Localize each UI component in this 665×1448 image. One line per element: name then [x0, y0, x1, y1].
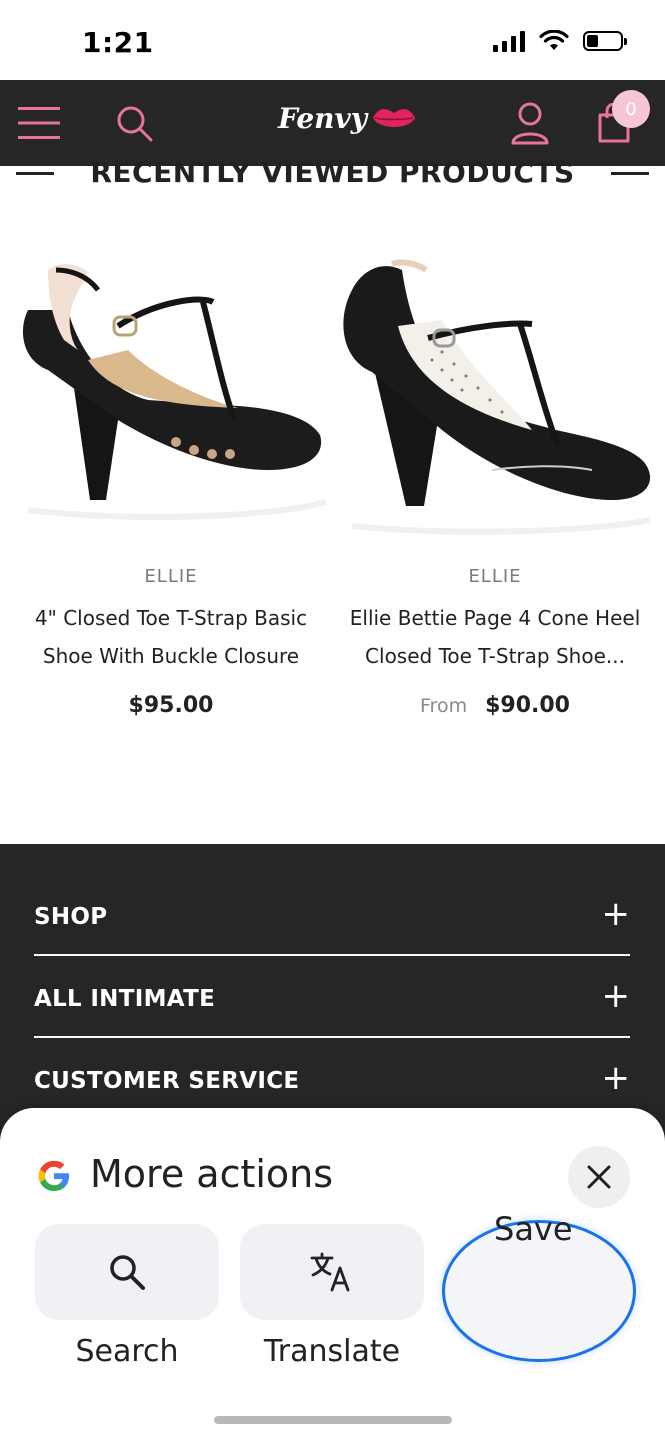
heading-divider-right	[611, 172, 649, 175]
search-action[interactable]: Search	[35, 1224, 219, 1369]
action-label: Translate	[263, 1334, 401, 1369]
product-name[interactable]: Ellie Bettie Page 4 Cone Heel Closed Toe…	[332, 599, 658, 675]
product-card[interactable]: ELLIE 4" Closed Toe T-Strap Basic Shoe W…	[8, 230, 334, 718]
translate-action-button[interactable]	[240, 1224, 424, 1320]
cart-count-badge: 0	[612, 90, 650, 128]
close-icon	[587, 1165, 611, 1189]
sheet-title: More actions	[90, 1152, 334, 1196]
search-action-button[interactable]	[35, 1224, 219, 1320]
account-icon	[511, 102, 549, 145]
accordion-label: CUSTOMER SERVICE	[34, 1068, 300, 1094]
home-indicator[interactable]	[214, 1416, 452, 1424]
product-brand: ELLIE	[144, 566, 198, 587]
logo-text: Fenvy	[278, 102, 368, 135]
shoe-image	[343, 259, 651, 535]
product-name-line: 4" Closed Toe T-Strap Basic	[34, 606, 308, 630]
footer-accordion-shop[interactable]: SHOP +	[34, 874, 630, 956]
wifi-icon	[539, 30, 569, 50]
menu-icon	[18, 107, 60, 139]
accordion-label: ALL INTIMATE	[34, 986, 216, 1012]
search-icon	[117, 106, 153, 142]
footer-accordion-all-intimate[interactable]: ALL INTIMATE +	[34, 956, 630, 1038]
translate-action[interactable]: Translate	[240, 1224, 424, 1369]
signal-icon	[493, 30, 525, 52]
translate-icon	[310, 1252, 350, 1292]
plus-icon[interactable]: +	[602, 1058, 631, 1098]
recently-viewed-heading: RECENTLY VIEWED PRODUCTS	[0, 152, 665, 192]
product-card[interactable]: ELLIE Ellie Bettie Page 4 Cone Heel Clos…	[332, 230, 658, 718]
status-icons	[493, 30, 627, 52]
product-price-row: $95.00	[8, 693, 334, 718]
section-title: RECENTLY VIEWED PRODUCTS	[90, 156, 575, 189]
product-name[interactable]: 4" Closed Toe T-Strap Basic Shoe With Bu…	[8, 599, 334, 675]
battery-icon	[583, 31, 627, 51]
product-price: $95.00	[128, 693, 214, 718]
save-action-label[interactable]: Save	[494, 1210, 573, 1248]
status-time: 1:21	[82, 26, 154, 59]
plus-icon[interactable]: +	[602, 976, 631, 1016]
product-image[interactable]	[332, 230, 658, 550]
search-icon	[110, 1255, 145, 1290]
product-image[interactable]	[8, 230, 334, 550]
status-bar: 1:21	[0, 0, 665, 80]
google-logo-icon	[38, 1160, 69, 1191]
brand-logo[interactable]: Fenvy	[278, 102, 417, 135]
plus-icon[interactable]: +	[602, 894, 631, 934]
accordion-label: SHOP	[34, 904, 108, 930]
shoe-image	[22, 264, 327, 520]
product-price: $90.00	[485, 693, 570, 718]
product-brand: ELLIE	[468, 566, 522, 587]
product-price-row: From $90.00	[332, 693, 658, 718]
product-name-line: Shoe With Buckle Closure	[42, 644, 300, 668]
product-name-line: Closed Toe T-Strap Shoe...	[365, 644, 625, 668]
price-prefix: From	[420, 695, 468, 717]
close-button[interactable]	[568, 1146, 630, 1208]
lips-icon	[373, 108, 416, 127]
product-name-line: Ellie Bettie Page 4 Cone Heel	[349, 606, 641, 630]
action-label: Search	[75, 1334, 179, 1369]
